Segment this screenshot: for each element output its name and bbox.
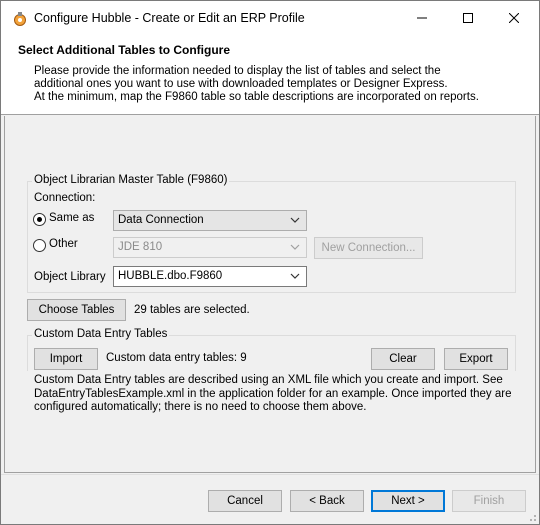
description-line: At the minimum, map the F9860 table so t… [34,91,479,103]
close-button[interactable] [491,1,537,35]
window-title: Configure Hubble - Create or Edit an ERP… [34,11,305,25]
clear-button[interactable]: Clear [371,348,435,370]
note-line: configured automatically; there is no ne… [34,401,367,413]
custom-data-entry-note: Custom Data Entry tables are described u… [34,374,514,415]
maximize-button[interactable] [445,1,491,35]
connection-label: Connection: [34,192,96,204]
other-label[interactable]: Other [49,238,78,250]
wizard-header: Select Additional Tables to Configure Pl… [1,35,539,115]
tables-selected-status: 29 tables are selected. [134,304,250,316]
import-button[interactable]: Import [34,348,98,370]
custom-data-entry-group-label: Custom Data Entry Tables [32,328,170,340]
same-as-radio[interactable] [33,213,46,226]
minimize-button[interactable] [399,1,445,35]
resize-grip-icon[interactable] [527,512,537,522]
note-line: DataEntryTablesExample.xml in the applic… [34,387,512,400]
description-line: Please provide the information needed to… [34,65,441,77]
close-icon [509,13,519,23]
wizard-footer: Cancel < Back Next > Finish [1,474,539,524]
title-bar[interactable]: Configure Hubble - Create or Edit an ERP… [1,1,539,35]
new-connection-button[interactable]: New Connection... [314,237,423,259]
object-library-select[interactable]: HUBBLE.dbo.F9860 [113,266,307,287]
page-title: Select Additional Tables to Configure [18,43,231,57]
maximize-icon [463,13,473,23]
object-librarian-group-label: Object Librarian Master Table (F9860) [32,174,230,186]
chevron-down-icon [290,217,300,223]
other-radio[interactable] [33,239,46,252]
next-button[interactable]: Next > [371,490,445,512]
same-as-connection-value: Data Connection [118,214,204,226]
content-frame [4,116,536,473]
export-button[interactable]: Export [444,348,508,370]
configure-hubble-dialog: Configure Hubble - Create or Edit an ERP… [0,0,540,525]
note-line: Custom Data Entry tables are described u… [34,374,503,386]
hubble-app-icon [12,11,28,27]
custom-data-entry-group [27,335,516,371]
description-line: additional ones you want to use with dow… [34,78,448,90]
same-as-connection-select[interactable]: Data Connection [113,210,307,231]
finish-button[interactable]: Finish [452,490,526,512]
object-library-value: HUBBLE.dbo.F9860 [118,270,223,282]
page-description: Please provide the information needed to… [34,65,514,104]
cancel-button[interactable]: Cancel [208,490,282,512]
custom-table-count: Custom data entry tables: 9 [106,352,247,364]
same-as-label[interactable]: Same as [49,212,94,224]
chevron-down-icon [290,273,300,279]
object-library-label: Object Library [34,271,106,283]
back-button[interactable]: < Back [290,490,364,512]
other-connection-value: JDE 810 [118,241,163,253]
chevron-down-icon [290,244,300,250]
other-connection-select[interactable]: JDE 810 [113,237,307,258]
choose-tables-button[interactable]: Choose Tables [27,299,126,321]
minimize-icon [417,17,427,19]
